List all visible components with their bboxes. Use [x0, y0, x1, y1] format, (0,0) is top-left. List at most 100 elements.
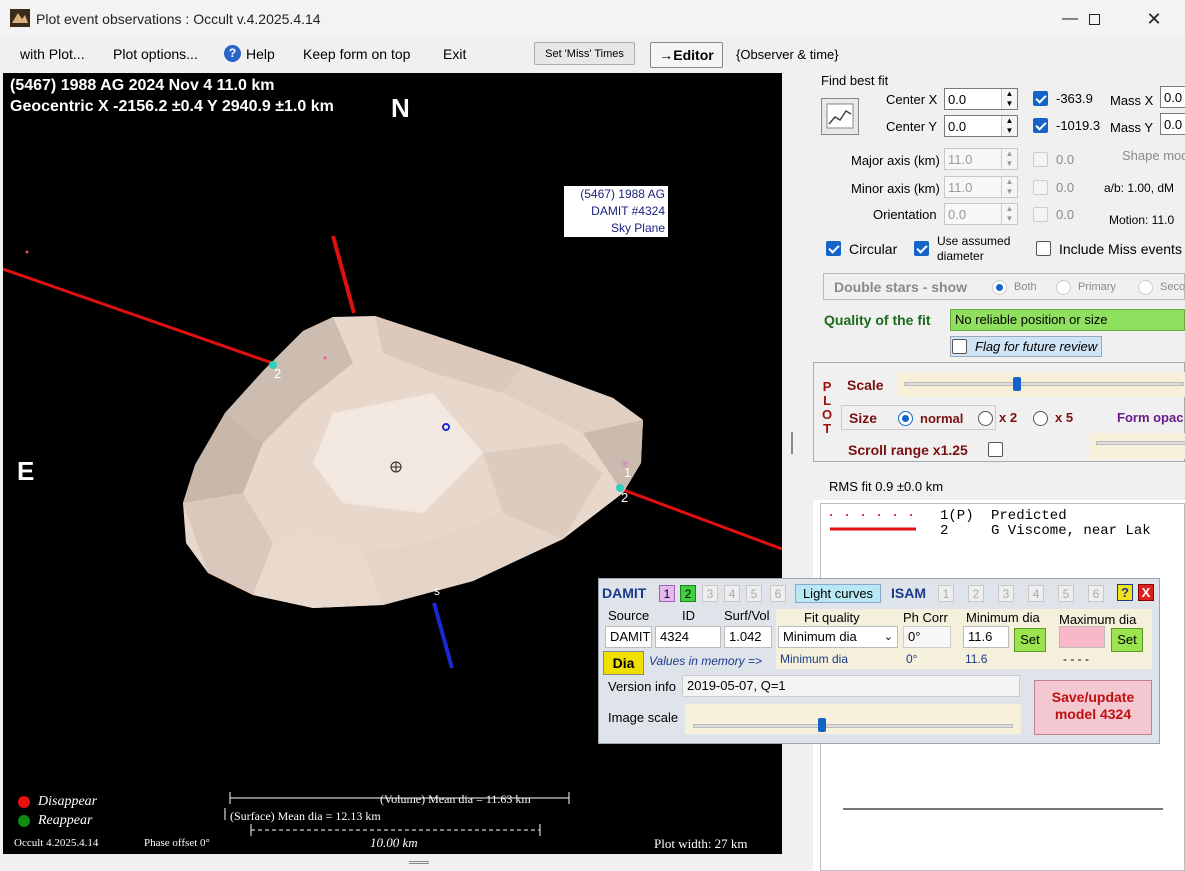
max-dia-field[interactable]: [1059, 626, 1105, 648]
quality-value[interactable]: No reliable position or size: [950, 309, 1185, 331]
use-assumed-diameter-checkbox[interactable]: [914, 241, 929, 256]
size-x5-radio[interactable]: [1033, 411, 1048, 426]
image-scale-label: Image scale: [608, 710, 679, 725]
size-label: Size: [849, 410, 878, 426]
damit-model-6[interactable]: 6: [770, 585, 786, 602]
image-scale-slider-thumb[interactable]: [817, 718, 826, 732]
set-min-dia-button[interactable]: Set: [1014, 628, 1046, 652]
menu-help[interactable]: Help: [246, 46, 275, 62]
observer-time-label[interactable]: {Observer & time}: [736, 47, 839, 62]
memory-min-dia: 11.6: [965, 652, 988, 666]
y-fit-checkbox[interactable]: [1033, 118, 1048, 133]
id-field[interactable]: 4324: [655, 626, 721, 648]
scale-label: Scale: [847, 377, 884, 393]
scale-slider-thumb[interactable]: [1012, 377, 1021, 391]
minor-axis-label: Minor axis (km): [851, 181, 940, 196]
major-axis-checkbox[interactable]: [1033, 152, 1048, 167]
primary-label: Primary: [1078, 281, 1116, 293]
damit-model-3[interactable]: 3: [702, 585, 718, 602]
version-label: Occult 4.2025.4.14: [14, 837, 99, 849]
version-info-field[interactable]: 2019-05-07, Q=1: [682, 675, 1020, 697]
primary-radio[interactable]: [1056, 280, 1071, 295]
min-dia-field[interactable]: 11.6: [963, 626, 1009, 648]
scale-slider[interactable]: [898, 372, 1185, 397]
both-label: Both: [1014, 281, 1037, 293]
center-y-input[interactable]: 0.0 ▲ ▼: [944, 115, 1018, 137]
include-miss-events-label: Include Miss events: [1059, 241, 1182, 257]
editor-button[interactable]: →Editor: [650, 42, 723, 68]
north-label: N: [391, 93, 410, 123]
chord-line-1: [3, 267, 276, 366]
scale-bar-label: 10.00 km: [370, 835, 418, 850]
set-max-dia-button[interactable]: Set: [1111, 628, 1143, 652]
orientation-checkbox[interactable]: [1033, 207, 1048, 222]
info-asteroid-name: (5467) 1988 AG: [580, 187, 665, 201]
isam-model-3[interactable]: 3: [998, 585, 1014, 602]
list-hscroll[interactable]: [843, 808, 1163, 810]
isam-model-2[interactable]: 2: [968, 585, 984, 602]
dia-button[interactable]: Dia: [603, 651, 644, 675]
south-label: s: [434, 584, 440, 598]
window-title: Plot event observations : Occult v.4.202…: [36, 11, 321, 27]
help-icon[interactable]: ?: [224, 45, 241, 62]
maximize-button[interactable]: [1071, 0, 1117, 38]
minor-axis-input[interactable]: 11.0 ▲ ▼: [944, 176, 1018, 198]
opacity-slider[interactable]: [1090, 433, 1185, 459]
double-stars-label: Double stars - show: [834, 279, 968, 295]
isam-model-1[interactable]: 1: [938, 585, 954, 602]
fit-quality-select[interactable]: Minimum dia ⌄: [778, 626, 898, 648]
resize-grip[interactable]: [409, 861, 429, 864]
chord-label-2b: 2: [621, 490, 629, 505]
damit-model-1[interactable]: 1: [659, 585, 675, 602]
minor-axis-checkbox[interactable]: [1033, 180, 1048, 195]
find-best-fit-button[interactable]: [821, 98, 859, 135]
info-sky-plane: Sky Plane: [610, 221, 665, 235]
damit-model-4[interactable]: 4: [724, 585, 740, 602]
isam-model-6[interactable]: 6: [1088, 585, 1104, 602]
menu-with-plot[interactable]: with Plot...: [20, 46, 85, 62]
info-damit-id: DAMIT #4324: [591, 204, 665, 218]
set-miss-times-button[interactable]: Set 'Miss' Times: [534, 42, 635, 65]
damit-help-button[interactable]: ?: [1117, 584, 1133, 601]
include-miss-events-checkbox[interactable]: [1036, 241, 1051, 256]
isam-model-5[interactable]: 5: [1058, 585, 1074, 602]
asteroid-info-box: (5467) 1988 AG DAMIT #4324 Sky Plane: [564, 186, 668, 237]
menu-exit[interactable]: Exit: [443, 46, 466, 62]
damit-model-2[interactable]: 2: [680, 585, 696, 602]
source-field[interactable]: DAMIT: [605, 626, 652, 648]
flag-review-checkbox[interactable]: [952, 339, 967, 354]
scroll-range-checkbox[interactable]: [988, 442, 1003, 457]
secondary-radio[interactable]: [1138, 280, 1153, 295]
splitter-handle[interactable]: [791, 432, 793, 454]
close-button[interactable]: ✕: [1131, 0, 1177, 38]
size-x2-radio[interactable]: [978, 411, 993, 426]
damit-title: DAMIT: [602, 585, 647, 601]
both-radio[interactable]: [992, 280, 1007, 295]
mass-y-input[interactable]: 0.0: [1160, 113, 1185, 135]
damit-close-button[interactable]: X: [1138, 584, 1154, 601]
save-update-model-button[interactable]: Save/update model 4324: [1034, 680, 1152, 735]
x-fit-checkbox[interactable]: [1033, 91, 1048, 106]
surf-vol-field[interactable]: 1.042: [724, 626, 772, 648]
size-normal-radio[interactable]: [898, 411, 913, 426]
isam-model-4[interactable]: 4: [1028, 585, 1044, 602]
menu-keep-on-top[interactable]: Keep form on top: [303, 46, 410, 62]
center-x-input[interactable]: 0.0 ▲ ▼: [944, 88, 1018, 110]
menu-plot-options[interactable]: Plot options...: [113, 46, 198, 62]
ph-corr-label: Ph Corr: [903, 610, 948, 625]
rms-fit-label: RMS fit 0.9 ±0.0 km: [829, 479, 944, 494]
image-scale-slider[interactable]: [685, 704, 1021, 734]
major-axis-input[interactable]: 11.0 ▲ ▼: [944, 148, 1018, 170]
center-y-label: Center Y: [886, 119, 938, 134]
circular-checkbox[interactable]: [826, 241, 841, 256]
damit-model-5[interactable]: 5: [746, 585, 762, 602]
south-pole-line: [432, 602, 454, 669]
orientation-input[interactable]: 0.0 ▲ ▼: [944, 203, 1018, 225]
light-curves-button[interactable]: Light curves: [795, 584, 881, 603]
quality-label: Quality of the fit: [824, 312, 931, 328]
scroll-range-label: Scroll range x1.25: [848, 442, 968, 458]
mass-x-input[interactable]: 0.0: [1160, 86, 1185, 108]
ph-corr-field[interactable]: 0°: [903, 626, 951, 648]
flag-review-box[interactable]: Flag for future review: [950, 336, 1102, 357]
max-dia-label: Maximum dia: [1059, 612, 1137, 627]
